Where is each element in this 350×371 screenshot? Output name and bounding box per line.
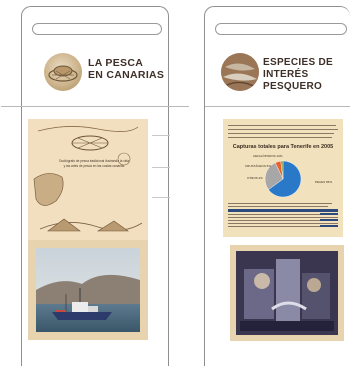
text-line xyxy=(228,203,332,205)
text-line xyxy=(228,133,334,135)
panel-la-pesca: LA PESCA EN CANARIAS Oscilógrafo de pesc… xyxy=(1,6,189,366)
historical-illustration: Oscilógrafo de pesca tradicional ilustra… xyxy=(28,119,148,243)
panel-header: LA PESCA EN CANARIAS xyxy=(22,45,168,101)
guide-line xyxy=(152,135,170,136)
fishing-boat-photo xyxy=(28,240,148,340)
panel-especies: ESPECIES DE INTERÉS PESQUERO Capturas to… xyxy=(204,6,350,366)
fish-market-photo xyxy=(230,245,344,341)
hanger-slot xyxy=(32,23,162,35)
guide-line xyxy=(152,167,170,168)
hanger-slot xyxy=(215,23,347,35)
text-line xyxy=(228,137,332,139)
table-cell xyxy=(320,219,338,222)
table-cell xyxy=(320,225,338,228)
divider-line xyxy=(1,106,189,107)
table-row xyxy=(228,217,338,218)
illustration-caption: Oscilógrafo de pesca tradicional ilustra… xyxy=(58,159,130,168)
guide-line xyxy=(152,197,170,198)
chart-title: Capturas totales para Tenerife en 2005 xyxy=(232,144,334,150)
table-row xyxy=(228,223,338,224)
text-line xyxy=(228,129,338,131)
panel-header: ESPECIES DE INTERÉS PESQUERO xyxy=(205,45,350,101)
pie-label-otros: OTROS 2% xyxy=(247,176,263,180)
pie-label-crustaceos: CRUSTÁCEOS 5% xyxy=(245,164,272,168)
panel-title: LA PESCA EN CANARIAS xyxy=(88,57,165,81)
catch-info-card: Capturas totales para Tenerife en 2005 C… xyxy=(223,119,343,237)
text-line xyxy=(228,125,336,127)
panel-title: ESPECIES DE INTERÉS PESQUERO xyxy=(263,57,333,92)
divider-line xyxy=(205,106,350,107)
catch-pie-chart xyxy=(264,160,302,198)
table-cell xyxy=(320,213,338,216)
pie-label-cefalopodos: CEFALÓPODOS 10% xyxy=(253,154,283,158)
pie-label-peces: PECES 65% xyxy=(315,180,333,184)
text-line xyxy=(228,206,328,208)
table-header xyxy=(228,209,338,212)
fish-catch-icon xyxy=(221,53,259,91)
catch-table xyxy=(228,209,338,231)
fishing-net-icon xyxy=(44,53,82,91)
